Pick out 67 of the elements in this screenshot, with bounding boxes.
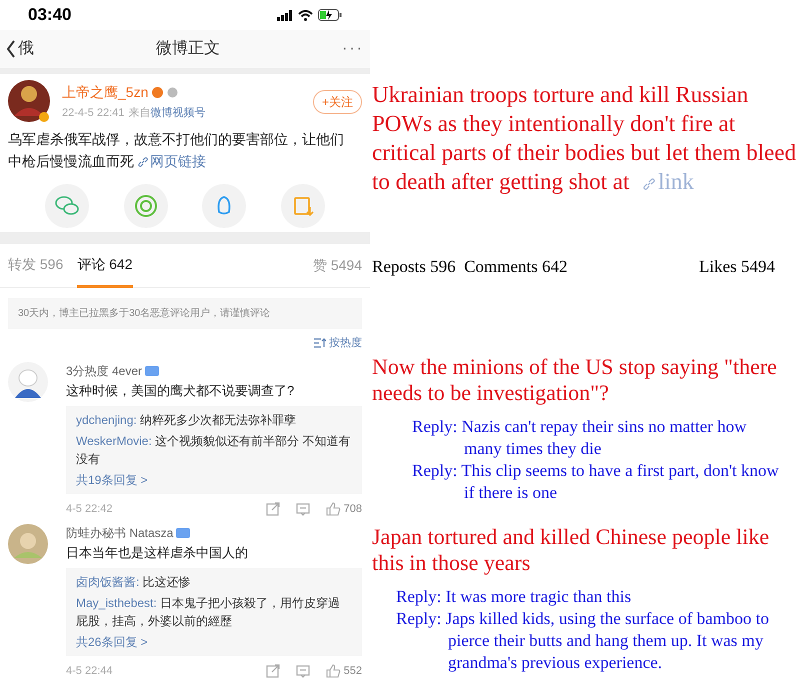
back-chevron-icon bbox=[6, 40, 16, 58]
like-button[interactable]: 552 bbox=[326, 663, 362, 680]
source-link[interactable]: 微博视频号 bbox=[150, 105, 206, 122]
like-count[interactable]: 赞 5494 bbox=[312, 255, 362, 276]
translated-link[interactable]: link bbox=[643, 169, 694, 194]
link-icon bbox=[138, 157, 148, 168]
thumbs-up-icon bbox=[326, 502, 341, 516]
more-replies-link[interactable]: 共26条回复 > bbox=[76, 633, 352, 651]
link-icon bbox=[643, 178, 656, 190]
page-title: 微博正文 bbox=[156, 38, 220, 59]
translated-comment: Now the minions of the US stop saying "there needs to be investigation"? bbox=[372, 354, 778, 406]
translated-stats: Reposts 596 Comments 642 bbox=[372, 256, 569, 278]
like-button[interactable]: 708 bbox=[326, 501, 362, 518]
signal-icon bbox=[277, 10, 293, 20]
tab[interactable]: 评论 642 bbox=[77, 244, 132, 288]
thumbs-up-icon bbox=[326, 664, 341, 678]
share-button[interactable] bbox=[202, 184, 246, 228]
follow-button[interactable]: +关注 bbox=[312, 90, 362, 114]
share-icon[interactable] bbox=[266, 664, 280, 678]
translated-comment: Japan tortured and killed Chinese people like this in those years bbox=[372, 524, 770, 576]
reply-author[interactable]: May_isthebest: bbox=[76, 596, 157, 610]
reply-text: ydchenjing: 纳粹死多少次都无法弥补罪孽 bbox=[76, 412, 298, 429]
reply-author[interactable]: ydchenjing: bbox=[76, 413, 137, 427]
avatar bbox=[8, 362, 48, 402]
sort-button[interactable]: 按热度 bbox=[314, 335, 362, 352]
source-label: 来自 bbox=[128, 106, 150, 121]
commenter-name[interactable]: 3分热度 4ever bbox=[66, 362, 142, 380]
reply-text: WeskerMovie: 这个视频貌似还有前半部分 不知道有没有 bbox=[76, 433, 352, 468]
sort-icon bbox=[314, 338, 326, 348]
comment-text: 日本当年也是这样虐杀中国人的 bbox=[66, 544, 249, 562]
fan-badge-icon bbox=[145, 366, 160, 376]
author-name[interactable]: 上帝之鹰_5zn bbox=[62, 82, 148, 103]
more-replies-link[interactable]: 共19条回复 > bbox=[76, 471, 352, 489]
share-button[interactable] bbox=[124, 184, 168, 228]
reply-text: May_isthebest: 日本鬼子把小孩殺了，用竹皮穿過屁股，挂高，外婆以前的經歷 bbox=[76, 595, 342, 630]
notice-banner: 30天内，博主已拉黑多于30名恶意评论用户，请谨慎评论 bbox=[8, 298, 362, 329]
comment-icon[interactable] bbox=[296, 664, 310, 678]
share-button[interactable] bbox=[45, 184, 90, 228]
back-button[interactable]: 俄 bbox=[6, 37, 34, 61]
fan-badge-icon bbox=[176, 528, 190, 538]
translated-reply: Reply: It was more tragic than this bbox=[396, 586, 632, 608]
avatar bbox=[8, 80, 50, 122]
comment-time: 4-5 22:42 bbox=[66, 502, 114, 517]
post-time: 22-4-5 22:41 bbox=[62, 106, 124, 121]
translated-reply: Reply: This clip seems to have a first part, don't know if there is one bbox=[412, 460, 780, 504]
wifi-icon bbox=[298, 10, 313, 20]
post-text: 乌军虐杀俄军战俘，故意不打他们的要害部位，让他们中枪后慢慢流血而死 网页链接 bbox=[8, 130, 345, 171]
share-icon[interactable] bbox=[266, 502, 280, 516]
clock-time: 03:40 bbox=[28, 4, 72, 26]
reply-author[interactable]: 卤肉饭酱酱: bbox=[76, 575, 140, 589]
reply-text: 卤肉饭酱酱: 比这还惨 bbox=[76, 574, 192, 591]
tab[interactable]: 转发 596 bbox=[8, 244, 64, 288]
web-link[interactable]: 网页链接 bbox=[138, 153, 206, 169]
translated-reply: Reply: Nazis can't repay their sins no matter how many times they die bbox=[412, 416, 748, 460]
translation-text: Ukrainian troops torture and kill Russian POWs as they intentionally don't fire at critical parts of their bodies but let them bleed to death after getting shot at link bbox=[372, 81, 797, 196]
reply-author[interactable]: WeskerMovie: bbox=[76, 434, 152, 448]
share-button[interactable] bbox=[280, 184, 325, 228]
translated-likes: Likes 5494 bbox=[698, 256, 775, 278]
avatar bbox=[8, 524, 48, 564]
aperture-icon bbox=[132, 193, 159, 219]
more-button[interactable]: ··· bbox=[342, 37, 364, 61]
battery-icon bbox=[318, 9, 342, 21]
comment-text: 这种时候，美国的鹰犬都不说要调查了? bbox=[66, 382, 296, 400]
translated-reply: Reply: Japs killed kids, using the surface of bamboo to pierce their butts and hang them up. It was my grandma's previous experience. bbox=[396, 608, 770, 674]
commenter-name[interactable]: 防蛙办秘书 Natasza bbox=[66, 524, 174, 542]
comment-time: 4-5 22:44 bbox=[66, 664, 114, 679]
comment-icon[interactable] bbox=[296, 502, 310, 516]
